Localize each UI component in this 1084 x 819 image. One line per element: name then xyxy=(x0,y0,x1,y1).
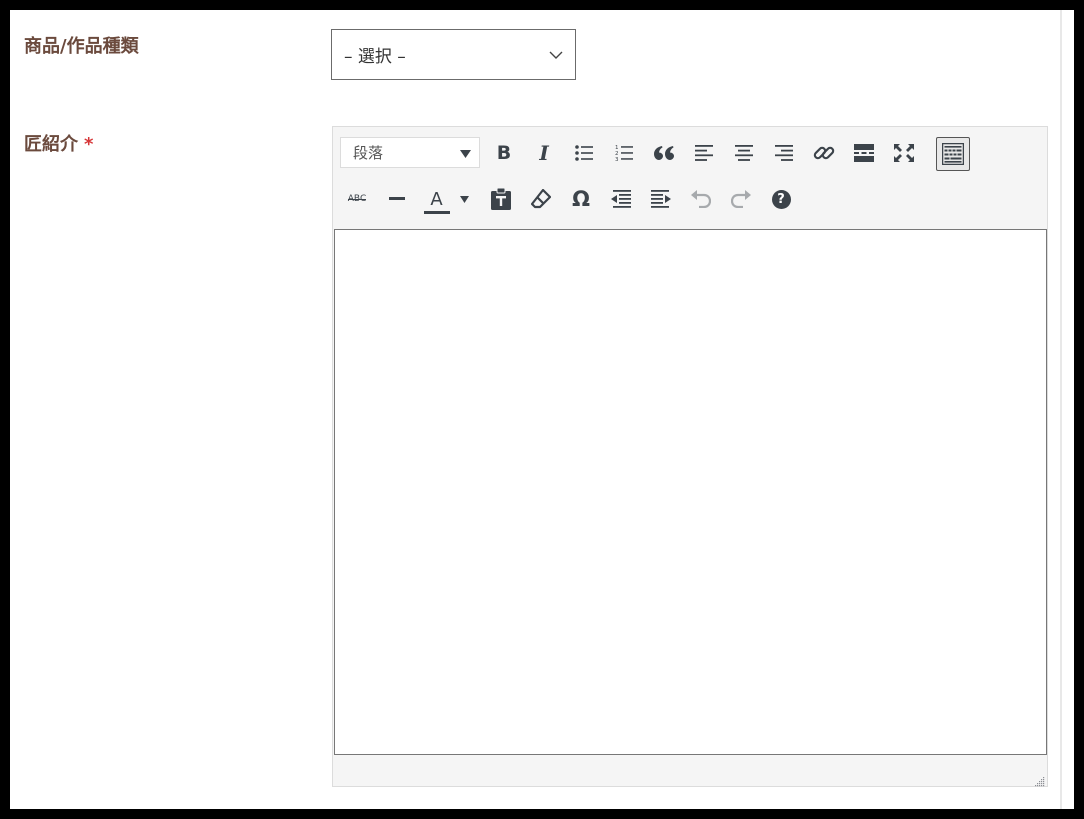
strikethrough-button[interactable]: ABC xyxy=(340,182,374,216)
undo-button[interactable] xyxy=(684,182,718,216)
chevron-down-icon xyxy=(549,45,563,64)
fullscreen-button[interactable] xyxy=(887,136,921,170)
format-select[interactable]: 段落 xyxy=(340,137,480,168)
horizontal-line-icon xyxy=(389,197,405,200)
required-mark: * xyxy=(84,134,94,155)
strikethrough-icon: ABC xyxy=(347,194,367,204)
resize-handle-icon[interactable] xyxy=(1033,772,1045,787)
italic-button[interactable]: I xyxy=(527,136,561,170)
product-type-label: 商品/作品種類 xyxy=(24,32,139,58)
undo-icon xyxy=(691,190,711,208)
align-center-button[interactable] xyxy=(727,136,761,170)
paste-text-button[interactable] xyxy=(484,182,518,216)
link-icon xyxy=(813,146,835,160)
align-left-icon xyxy=(695,145,713,161)
special-character-icon: Ω xyxy=(572,187,590,211)
bold-icon: B xyxy=(496,142,512,164)
product-type-select[interactable]: – 選択 – xyxy=(331,29,576,80)
caret-down-icon xyxy=(460,143,471,162)
horizontal-line-button[interactable] xyxy=(380,182,414,216)
caret-down-icon xyxy=(459,195,469,203)
read-more-icon xyxy=(854,144,874,162)
align-right-button[interactable] xyxy=(767,136,801,170)
svg-text:3: 3 xyxy=(615,157,619,162)
product-type-label-text: 商品/作品種類 xyxy=(24,36,139,57)
align-left-button[interactable] xyxy=(687,136,721,170)
artisan-intro-label: 匠紹介 * xyxy=(24,130,93,156)
bullet-list-button[interactable] xyxy=(567,136,601,170)
indent-button[interactable] xyxy=(644,182,678,216)
read-more-button[interactable] xyxy=(847,136,881,170)
redo-icon xyxy=(731,190,751,208)
text-color-icon: A xyxy=(423,188,450,214)
numbered-list-button[interactable]: 1 2 3 xyxy=(607,136,641,170)
clear-formatting-button[interactable] xyxy=(524,182,558,216)
toolbar-toggle-icon xyxy=(942,143,964,165)
form-panel: 商品/作品種類 – 選択 – 匠紹介 * 段落 B I 1 2 3 ABC A … xyxy=(10,10,1074,809)
clear-formatting-icon xyxy=(531,189,551,209)
editor-statusbar xyxy=(333,757,1047,787)
italic-icon: I xyxy=(539,141,549,165)
blockquote-icon xyxy=(654,146,674,160)
help-button[interactable]: ? xyxy=(764,182,798,216)
panel-divider xyxy=(1060,10,1062,809)
redo-button[interactable] xyxy=(724,182,758,216)
text-color-button[interactable]: A xyxy=(421,182,471,216)
align-center-icon xyxy=(735,145,753,161)
outdent-button[interactable] xyxy=(604,182,638,216)
outdent-icon xyxy=(611,190,631,208)
fullscreen-icon xyxy=(894,144,914,162)
artisan-intro-label-text: 匠紹介 xyxy=(24,134,78,155)
link-button[interactable] xyxy=(807,136,841,170)
indent-icon xyxy=(651,190,671,208)
text-color-glyph: A xyxy=(430,188,443,210)
bold-button[interactable]: B xyxy=(487,136,521,170)
rich-text-editor: 段落 B I 1 2 3 ABC A Ω ? xyxy=(332,126,1048,787)
blockquote-button[interactable] xyxy=(647,136,681,170)
special-character-button[interactable]: Ω xyxy=(564,182,598,216)
paste-text-icon xyxy=(491,188,511,210)
product-type-selected-value: – 選択 – xyxy=(344,47,406,67)
format-selected-value: 段落 xyxy=(353,144,384,162)
help-glyph: ? xyxy=(777,191,785,207)
toolbar-toggle-button[interactable] xyxy=(936,137,970,171)
help-icon: ? xyxy=(771,189,791,209)
editor-content-area[interactable] xyxy=(334,229,1047,755)
bullet-list-icon xyxy=(575,145,593,161)
numbered-list-icon: 1 2 3 xyxy=(615,145,633,162)
align-right-icon xyxy=(775,145,793,161)
